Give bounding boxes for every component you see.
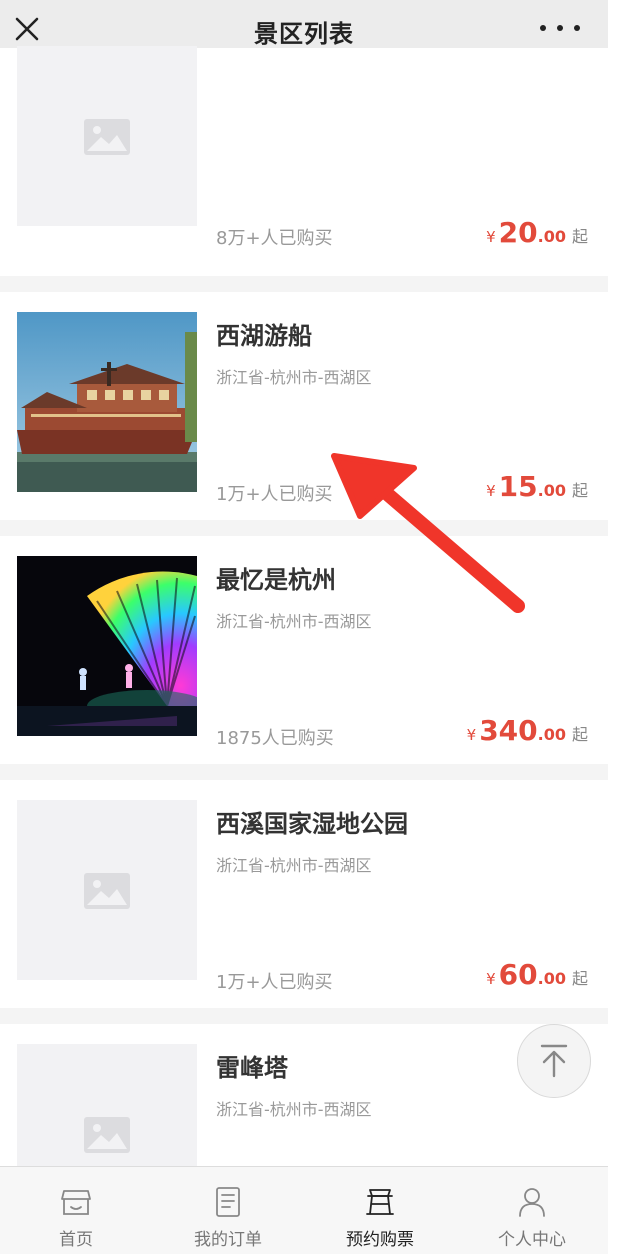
close-icon[interactable] (10, 12, 44, 46)
item-title: 雷峰塔 (216, 1054, 288, 1082)
image-placeholder-icon (84, 1117, 130, 1153)
item-title: 最忆是杭州 (216, 566, 336, 594)
sold-count: 1万+人已购买 (216, 484, 333, 505)
annotation-arrow (331, 453, 525, 613)
screen-margin (608, 0, 628, 1254)
orders-icon (211, 1185, 245, 1219)
item-title: 西溪国家湿地公园 (216, 810, 408, 838)
tab-label: 预约购票 (346, 1230, 414, 1250)
price: ¥ 340 .00 起 (466, 714, 588, 747)
arrow-up-icon (540, 1044, 568, 1078)
sold-count: 8万+人已购买 (216, 228, 333, 249)
tab-label: 首页 (59, 1230, 93, 1250)
ticket-icon (363, 1185, 397, 1219)
sold-count: 1万+人已购买 (216, 972, 333, 993)
list-item[interactable]: 8万+人已购买 ¥ 20 .00 起 (0, 46, 608, 276)
placeholder-image (17, 800, 197, 980)
item-title: 西湖游船 (216, 322, 312, 350)
price: ¥ 20 .00 起 (486, 216, 588, 249)
boat-photo (17, 312, 197, 492)
tab-label: 我的订单 (194, 1230, 262, 1250)
price: ¥ 60 .00 起 (486, 958, 588, 991)
home-icon (59, 1185, 93, 1219)
user-icon (515, 1185, 549, 1219)
app-frame: 景区列表 8万+人已购买 ¥ 20 .00 起 (0, 0, 608, 1254)
item-location: 浙江省-杭州市-西湖区 (216, 1100, 372, 1119)
sold-count: 1875人已购买 (216, 728, 334, 749)
show-photo (17, 556, 197, 736)
item-location: 浙江省-杭州市-西湖区 (216, 856, 372, 875)
list-item[interactable]: 西溪国家湿地公园 浙江省-杭州市-西湖区 1万+人已购买 ¥ 60 .00 起 (0, 780, 608, 1008)
tab-orders[interactable]: 我的订单 (152, 1167, 304, 1254)
placeholder-image (17, 46, 197, 226)
tab-label: 个人中心 (498, 1230, 566, 1250)
item-location: 浙江省-杭州市-西湖区 (216, 368, 372, 387)
page-title: 景区列表 (254, 19, 354, 48)
tab-booking[interactable]: 预约购票 (304, 1167, 456, 1254)
image-placeholder-icon (84, 119, 130, 155)
tab-home[interactable]: 首页 (0, 1167, 152, 1254)
image-placeholder-icon (84, 873, 130, 909)
more-dots-icon[interactable] (540, 18, 580, 38)
back-to-top-button[interactable] (517, 1024, 591, 1098)
tab-profile[interactable]: 个人中心 (456, 1167, 608, 1254)
tab-bar: 首页 我的订单 预约购票 个人中心 (0, 1166, 608, 1254)
